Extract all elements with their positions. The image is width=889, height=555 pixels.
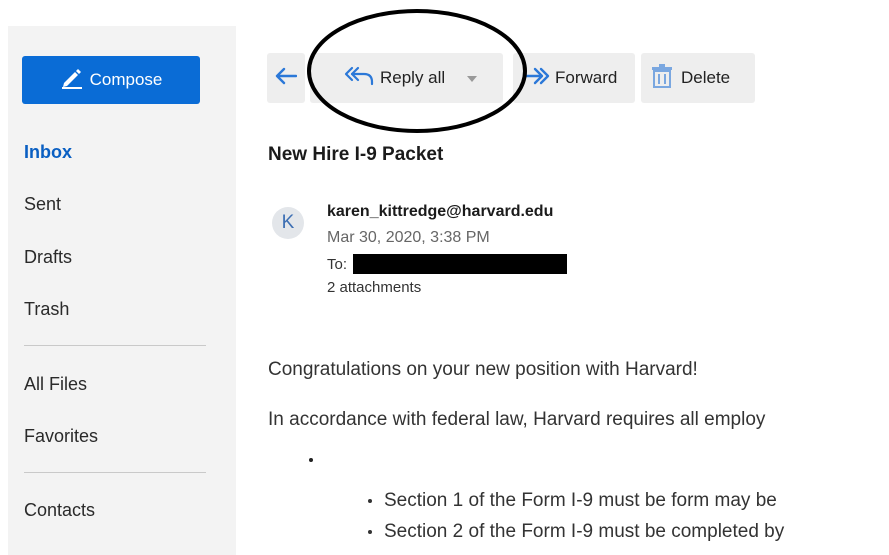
delete-label: Delete <box>681 68 731 87</box>
list-item: Section 1 of the Form I-9 must be form m… <box>368 490 777 512</box>
body-paragraph: Congratulations on your new position wit… <box>268 359 698 380</box>
chevron-down-icon[interactable] <box>467 69 478 87</box>
message-pane: Reply all Forward Delete New Hire I-9 Pa… <box>236 26 889 555</box>
forward-button[interactable]: Forward <box>513 53 635 103</box>
forward-icon <box>523 67 551 90</box>
attachments-link[interactable]: 2 attachments <box>327 279 421 296</box>
forward-label: Forward <box>555 68 618 87</box>
bullet-marker <box>368 498 372 503</box>
body-paragraph: In accordance with federal law, Harvard … <box>268 409 766 430</box>
message-date: Mar 30, 2020, 3:38 PM <box>327 229 490 246</box>
sidebar: Compose Inbox Sent Drafts Trash All File… <box>8 26 236 555</box>
recipient-line: To: <box>327 254 568 274</box>
sidebar-item-sent[interactable]: Sent <box>24 194 61 215</box>
reply-all-icon <box>344 66 376 91</box>
compose-label: Compose <box>89 70 163 89</box>
sender-email[interactable]: karen_kittredge@harvard.edu <box>327 203 553 221</box>
sidebar-item-contacts[interactable]: Contacts <box>24 500 95 521</box>
top-bar <box>0 0 889 26</box>
list-item-text: Section 1 of the Form I-9 must be form m… <box>384 490 777 511</box>
arrow-left-icon <box>275 67 298 90</box>
sidebar-divider <box>24 345 206 346</box>
list-item-text: Section 2 of the Form I-9 must be comple… <box>384 521 785 542</box>
list-item: Section 2 of the Form I-9 must be comple… <box>368 521 784 543</box>
sidebar-item-trash[interactable]: Trash <box>24 299 69 320</box>
sidebar-item-favorites[interactable]: Favorites <box>24 426 98 447</box>
sidebar-item-drafts[interactable]: Drafts <box>24 247 72 268</box>
sidebar-item-all-files[interactable]: All Files <box>24 374 87 395</box>
to-label: To: <box>327 255 348 273</box>
reply-all-button[interactable]: Reply all <box>310 53 503 103</box>
message-subject: New Hire I-9 Packet <box>268 144 444 165</box>
redacted-recipient <box>353 254 568 274</box>
compose-button[interactable]: Compose <box>22 56 200 104</box>
back-button[interactable] <box>267 53 305 103</box>
delete-button[interactable]: Delete <box>641 53 755 103</box>
pencil-icon <box>60 67 84 94</box>
empty-bullet <box>309 458 313 462</box>
avatar: K <box>272 207 304 239</box>
sidebar-item-inbox[interactable]: Inbox <box>24 142 72 163</box>
reply-all-label: Reply all <box>380 68 446 87</box>
sidebar-divider <box>24 472 206 473</box>
trash-icon <box>651 63 673 93</box>
bullet-marker <box>368 529 372 534</box>
